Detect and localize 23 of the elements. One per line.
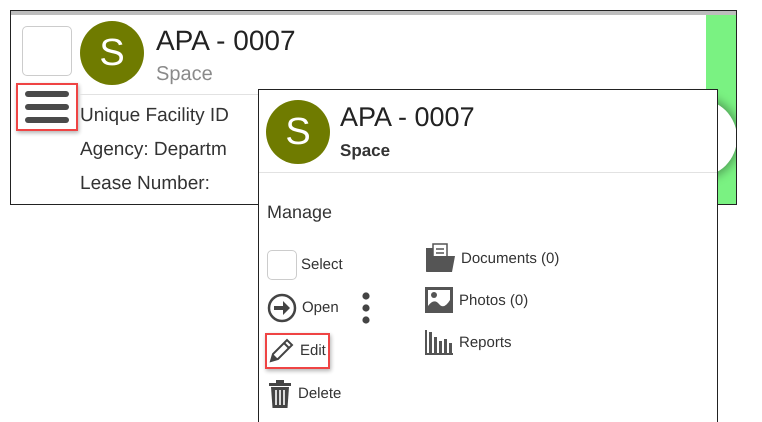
arrow-circle-icon bbox=[267, 292, 297, 322]
folder-icon bbox=[424, 242, 456, 274]
record-type: Space bbox=[340, 141, 392, 161]
record-title: APA - 0007 bbox=[156, 25, 296, 57]
trash-icon bbox=[267, 378, 293, 408]
avatar: S bbox=[266, 100, 330, 164]
menu-button[interactable] bbox=[16, 83, 78, 131]
more-icon[interactable] bbox=[360, 292, 371, 324]
select-checkbox[interactable] bbox=[267, 250, 297, 280]
edit-button[interactable]: Edit bbox=[265, 332, 330, 368]
avatar: S bbox=[80, 21, 144, 85]
section-heading: Manage bbox=[267, 202, 334, 223]
bar-chart-icon bbox=[424, 328, 454, 356]
pencil-icon bbox=[267, 336, 295, 364]
record-type: Space bbox=[156, 63, 214, 86]
select-checkbox[interactable] bbox=[22, 26, 72, 76]
field-text: Agency: Departm bbox=[80, 138, 227, 162]
select-label: Select bbox=[301, 256, 343, 273]
record-title: APA - 0007 bbox=[340, 102, 475, 133]
field-text: Unique Facility ID bbox=[80, 104, 229, 128]
field-text: Lease Number: bbox=[80, 172, 210, 196]
image-icon bbox=[424, 286, 454, 314]
menu-icon bbox=[25, 89, 69, 125]
